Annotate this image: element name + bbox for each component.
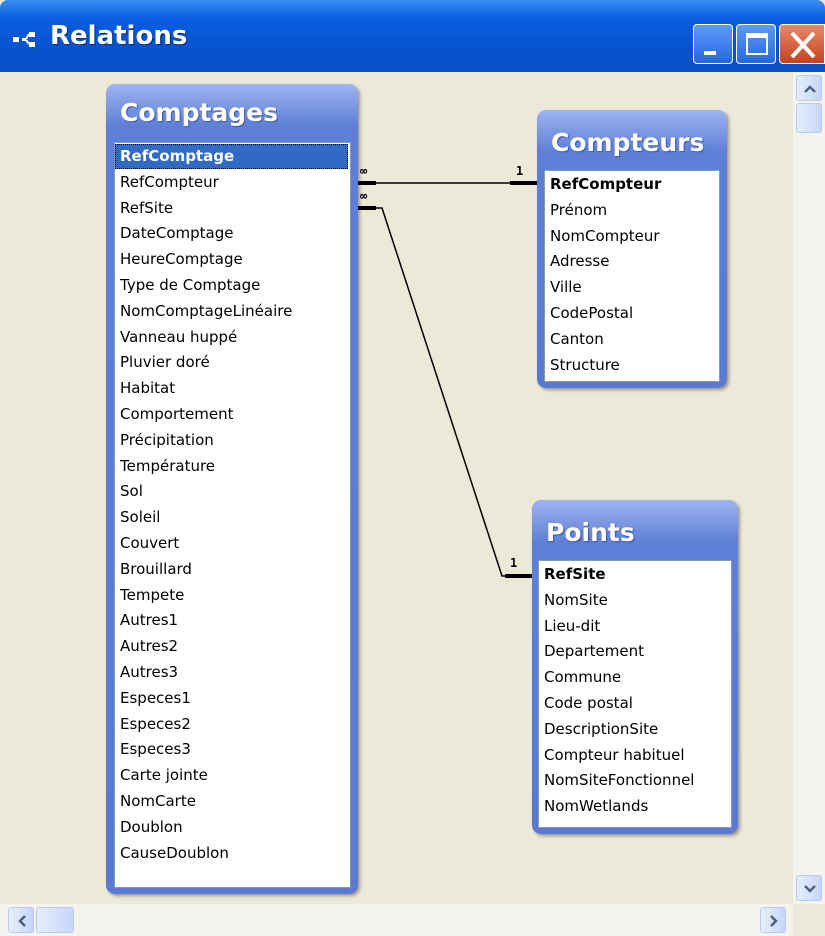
field-item[interactable]: Code postal <box>539 691 731 716</box>
field-item[interactable]: Prénom <box>545 198 719 223</box>
many-label-compteur: ∞ <box>360 164 368 178</box>
field-item[interactable]: NomSite <box>539 588 731 613</box>
field-item[interactable]: Habitat <box>115 376 350 401</box>
field-item[interactable]: Couvert <box>115 531 350 556</box>
field-item[interactable]: Comportement <box>115 402 350 427</box>
field-item[interactable]: Structure <box>545 353 719 378</box>
field-item[interactable]: Lieu-dit <box>539 614 731 639</box>
vertical-scroll-thumb[interactable] <box>796 103 822 133</box>
field-item[interactable]: Pluvier doré <box>115 350 350 375</box>
table-comptages[interactable]: Comptages RefComptage RefCompteur RefSite D… <box>106 84 358 894</box>
horizontal-scrollbar[interactable] <box>0 904 793 936</box>
field-item[interactable]: RefComptage <box>115 144 348 169</box>
field-item[interactable]: NomSiteFonctionnel <box>539 768 731 793</box>
field-item[interactable]: RefCompteur <box>545 172 719 197</box>
scroll-down-button[interactable] <box>796 875 822 901</box>
chevron-left-icon <box>18 915 26 927</box>
field-item[interactable]: NomCompteur <box>545 224 719 249</box>
one-end-marker <box>510 181 540 185</box>
resize-grip[interactable] <box>793 904 825 936</box>
field-item[interactable]: CauseDoublon <box>115 841 350 866</box>
relations-window: Relations ∞ 1 ∞ 1 Comptages RefComptage R… <box>0 0 825 936</box>
field-list[interactable]: RefSite NomSite Lieu-dit Departement Commune… <box>538 560 732 828</box>
chevron-down-icon <box>804 885 816 893</box>
many-end-marker <box>358 206 376 210</box>
field-item[interactable]: Autres3 <box>115 660 350 685</box>
table-title: Points <box>546 518 635 547</box>
relationship-line-site[interactable] <box>376 207 536 577</box>
table-title: Comptages <box>120 98 279 127</box>
field-list[interactable]: RefCompteur Prénom NomCompteur Adresse Ville… <box>544 170 720 382</box>
scroll-up-button[interactable] <box>796 75 822 101</box>
field-item[interactable]: Departement <box>539 639 731 664</box>
field-item[interactable]: NomWetlands <box>539 794 731 819</box>
field-item[interactable]: Adresse <box>545 249 719 274</box>
field-item[interactable]: DateComptage <box>115 221 350 246</box>
field-item[interactable]: Ville <box>545 275 719 300</box>
field-item[interactable]: Température <box>115 454 350 479</box>
scroll-right-button[interactable] <box>760 907 786 933</box>
table-compteurs[interactable]: Compteurs RefCompteur Prénom NomCompteur Ad… <box>537 110 727 388</box>
table-title: Compteurs <box>551 128 705 157</box>
field-item[interactable]: RefSite <box>115 196 350 221</box>
field-item[interactable]: Sol <box>115 479 350 504</box>
field-item[interactable]: Carte jointe <box>115 763 350 788</box>
chevron-right-icon <box>770 915 778 927</box>
field-item[interactable]: RefSite <box>539 562 731 587</box>
one-label-site: 1 <box>510 556 518 570</box>
chevron-up-icon <box>804 85 816 93</box>
vertical-scrollbar[interactable] <box>793 72 825 904</box>
field-item[interactable]: Vanneau huppé <box>115 325 350 350</box>
field-item[interactable]: Canton <box>545 327 719 352</box>
scroll-left-button[interactable] <box>8 907 34 933</box>
field-item[interactable]: NomCarte <box>115 789 350 814</box>
many-label-site: ∞ <box>360 189 368 203</box>
table-points[interactable]: Points RefSite NomSite Lieu-dit Departement… <box>532 500 738 834</box>
field-item[interactable]: Type de Comptage <box>115 273 350 298</box>
many-end-marker <box>358 181 376 185</box>
field-item[interactable]: Brouillard <box>115 557 350 582</box>
field-item[interactable]: Autres1 <box>115 608 350 633</box>
field-item[interactable]: NomComptageLinéaire <box>115 299 350 324</box>
one-label-compteur: 1 <box>516 164 524 178</box>
field-item[interactable]: CodePostal <box>545 301 719 326</box>
field-item[interactable]: DescriptionSite <box>539 717 731 742</box>
field-item[interactable]: Especes1 <box>115 686 350 711</box>
field-item[interactable]: Commune <box>539 665 731 690</box>
field-item[interactable]: HeureComptage <box>115 247 350 272</box>
field-item[interactable]: Compteur habituel <box>539 743 731 768</box>
field-item[interactable]: Soleil <box>115 505 350 530</box>
field-item[interactable]: Précipitation <box>115 428 350 453</box>
field-list[interactable]: RefComptage RefCompteur RefSite DateComptag… <box>114 142 351 888</box>
field-item[interactable]: RefCompteur <box>115 170 350 195</box>
field-item[interactable]: Tempete <box>115 583 350 608</box>
field-item[interactable]: Especes3 <box>115 737 350 762</box>
field-item[interactable]: Doublon <box>115 815 350 840</box>
field-item[interactable]: Especes2 <box>115 712 350 737</box>
horizontal-scroll-thumb[interactable] <box>36 907 74 933</box>
field-item[interactable]: Autres2 <box>115 634 350 659</box>
